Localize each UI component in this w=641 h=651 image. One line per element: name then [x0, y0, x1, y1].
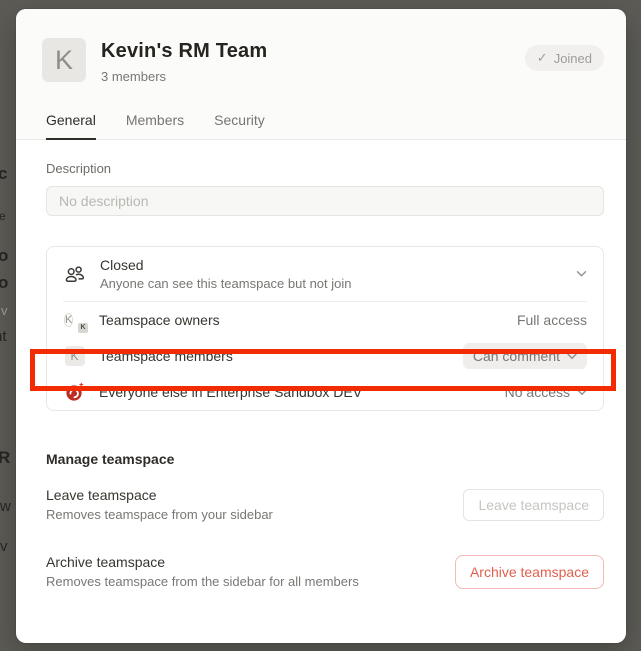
access-level-selector[interactable]: Closed Anyone can see this teamspace but… [47, 247, 603, 301]
access-level-subtitle: Anyone can see this teamspace but not jo… [100, 276, 352, 291]
permissions-box: Closed Anyone can see this teamspace but… [46, 246, 604, 411]
access-level-title: Closed [100, 257, 352, 273]
teamspace-settings-dialog: K Kevin's RM Team 3 members ✓ Joined Gen… [16, 9, 626, 643]
chevron-down-icon [576, 270, 587, 278]
workspace-icon [63, 381, 86, 403]
owner-avatar: K [64, 313, 73, 327]
tab-members[interactable]: Members [126, 112, 184, 139]
backdrop-text-fragment: R [0, 448, 10, 468]
archive-teamspace-subtitle: Removes teamspace from the sidebar for a… [46, 574, 359, 589]
tab-general[interactable]: General [46, 112, 96, 140]
backdrop-text-fragment: v [1, 303, 8, 318]
permission-row-label: Teamspace owners [99, 312, 220, 328]
people-group-icon [63, 262, 87, 286]
backdrop-text-fragment: o [0, 273, 8, 293]
backdrop-text-fragment: nt [0, 328, 7, 345]
backdrop-text-fragment: o [0, 246, 8, 266]
owner-avatar-badge: K [77, 322, 89, 334]
leave-teamspace-button[interactable]: Leave teamspace [463, 489, 604, 521]
chevron-down-icon [577, 389, 587, 396]
dialog-header: K Kevin's RM Team 3 members ✓ Joined Gen… [16, 9, 626, 140]
teamspace-title: Kevin's RM Team [101, 40, 267, 63]
leave-teamspace-subtitle: Removes teamspace from your sidebar [46, 507, 273, 522]
owners-access-value: Full access [517, 312, 587, 328]
check-icon: ✓ [537, 50, 548, 66]
joined-label: Joined [554, 51, 592, 66]
permission-row-label: Everyone else in Enterprise Sandbox DEV [99, 384, 362, 400]
chevron-down-icon [567, 353, 577, 360]
leave-teamspace-title: Leave teamspace [46, 487, 273, 503]
archive-teamspace-button[interactable]: Archive teamspace [455, 555, 604, 589]
archive-teamspace-title: Archive teamspace [46, 554, 359, 570]
backdrop-text-fragment: w [0, 498, 11, 515]
teamspace-avatar: K [42, 38, 86, 82]
member-avatar: K [63, 346, 86, 366]
joined-badge[interactable]: ✓ Joined [525, 45, 604, 71]
backdrop-text-fragment: e [0, 209, 6, 223]
backdrop-text-fragment: c [0, 164, 7, 184]
owners-avatar-stack: K K [63, 310, 86, 331]
permission-row-owners: K K Teamspace owners Full access [47, 302, 603, 338]
general-tab-panel: Description Closed Anyone can see this t… [16, 140, 626, 643]
tab-bar: General Members Security [42, 112, 604, 139]
permission-row-label: Teamspace members [99, 348, 233, 364]
leave-teamspace-row: Leave teamspace Removes teamspace from y… [46, 487, 604, 522]
permission-row-everyone: Everyone else in Enterprise Sandbox DEV … [47, 374, 603, 410]
everyone-access-dropdown[interactable]: No access [505, 384, 587, 400]
tab-security[interactable]: Security [214, 112, 265, 139]
description-input[interactable] [46, 186, 604, 216]
permission-row-members: K Teamspace members Can comment [47, 338, 603, 374]
archive-teamspace-row: Archive teamspace Removes teamspace from… [46, 554, 604, 589]
manage-teamspace-heading: Manage teamspace [46, 451, 604, 467]
backdrop-text-fragment: v [0, 538, 8, 555]
description-label: Description [46, 161, 604, 176]
member-count: 3 members [101, 69, 267, 84]
members-access-dropdown[interactable]: Can comment [463, 343, 587, 369]
